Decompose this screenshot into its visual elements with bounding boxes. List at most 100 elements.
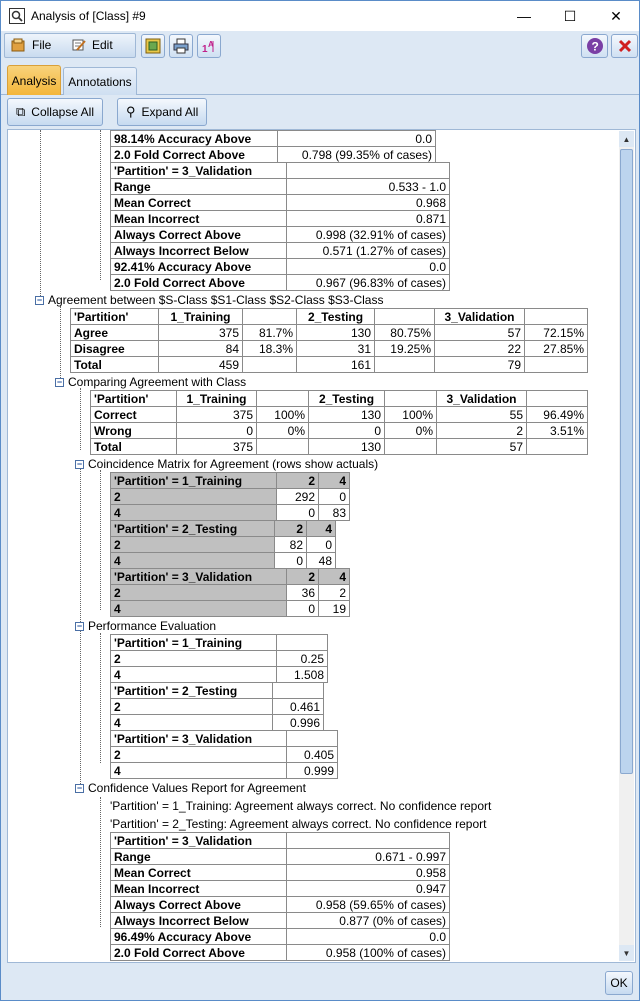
table-header <box>256 390 309 407</box>
table-cell: 0.571 (1.27% of cases) <box>286 242 450 259</box>
table-cell: 2.0 Fold Correct Above <box>110 944 287 961</box>
table-cell: 0 <box>308 422 385 439</box>
edit-menu-label: Edit <box>92 38 113 52</box>
table-cell: 4 <box>110 666 277 683</box>
expand-all-button[interactable]: ⚲ Expand All <box>117 98 208 126</box>
table-cell: 0.999 <box>286 762 338 779</box>
table-cell: 1.508 <box>276 666 328 683</box>
scrollbar-thumb[interactable] <box>620 149 633 774</box>
tree-node-performance[interactable]: − Performance Evaluation <box>75 619 216 633</box>
tree-line <box>100 470 101 610</box>
table-cell: 0 <box>318 488 350 505</box>
expand-icon: ⚲ <box>126 104 136 119</box>
vertical-scrollbar[interactable]: ▲ ▼ <box>619 131 634 961</box>
table-cell: 96.49% <box>526 406 588 423</box>
table-cell: 36 <box>286 584 319 601</box>
table-cell: 2 <box>110 746 287 763</box>
table-header: 2 <box>276 472 319 489</box>
edit-menu[interactable]: Edit <box>71 38 113 52</box>
tree-node-confidence[interactable]: − Confidence Values Report for Agreement <box>75 781 306 795</box>
table-cell: 79 <box>434 356 525 373</box>
table-cell: 48 <box>306 552 336 569</box>
table-cell: 2.0 Fold Correct Above <box>110 146 278 163</box>
table-cell: 0% <box>384 422 437 439</box>
edit-icon <box>72 39 86 51</box>
table-cell: 83 <box>318 504 350 521</box>
table-cell: 0.798 (99.35% of cases) <box>276 146 437 163</box>
table-cell: Always Correct Above <box>110 896 287 913</box>
table-cell: 27.85% <box>524 340 588 357</box>
table-header: 2_Testing <box>296 308 375 325</box>
table-cell: 0.947 <box>286 880 450 897</box>
table-header: 'Partition' = 3_Validation <box>110 730 287 747</box>
table-header: 4 <box>318 568 350 585</box>
table-cell: 2 <box>110 488 277 505</box>
table-cell: 2 <box>436 422 527 439</box>
collapse-toggle-icon[interactable]: − <box>35 295 44 305</box>
collapse-toggle-icon[interactable]: − <box>75 783 84 793</box>
table-cell: 0 <box>306 536 336 553</box>
table-header <box>384 390 437 407</box>
collapse-toggle-icon[interactable]: − <box>55 377 64 387</box>
tree-node-comparing[interactable]: − Comparing Agreement with Class <box>55 375 246 389</box>
collapse-toggle-icon[interactable]: − <box>75 459 84 469</box>
collapse-icon: ⧉ <box>16 104 26 119</box>
table-cell: Total <box>70 356 159 373</box>
table-header: 2_Testing <box>308 390 385 407</box>
file-icon <box>11 38 25 52</box>
table-cell: 2 <box>110 536 275 553</box>
help-button[interactable]: ? <box>581 34 608 58</box>
file-menu[interactable]: File <box>11 38 51 52</box>
ok-button[interactable]: OK <box>605 971 633 995</box>
table-cell: 0.967 (96.83% of cases) <box>286 274 450 291</box>
close-button[interactable] <box>611 34 638 58</box>
table-cell <box>526 438 588 455</box>
table-header: 3_Validation <box>434 308 525 325</box>
table-cell: Disagree <box>70 340 159 357</box>
table-cell: 81.7% <box>242 324 297 341</box>
table-header: 'Partition' = 2_Testing <box>110 520 275 537</box>
close-window-button[interactable]: ✕ <box>593 1 639 31</box>
action-bar: ⧉ Collapse All ⚲ Expand All <box>1 95 639 129</box>
minimize-button[interactable]: — <box>501 1 547 31</box>
table-cell: Mean Incorrect <box>110 880 287 897</box>
sort-icon: 1A <box>202 40 214 54</box>
table-cell: 22 <box>434 340 525 357</box>
collapse-toggle-icon[interactable]: − <box>75 621 84 631</box>
table-cell: 18.3% <box>242 340 297 357</box>
performance-table-validation: 'Partition' = 3_Validation 2 0.405 4 0.999 <box>110 730 338 779</box>
table-header <box>526 390 588 407</box>
table-header: 3_Validation <box>436 390 527 407</box>
table-header: 'Partition' = 3_Validation <box>110 568 287 585</box>
expand-all-label: Expand All <box>141 105 199 119</box>
tab-annotations[interactable]: Annotations <box>63 67 137 95</box>
table-cell <box>524 356 588 373</box>
printer-icon <box>173 38 189 54</box>
tree-line <box>80 388 81 450</box>
tree-node-coincidence[interactable]: − Coincidence Matrix for Agreement (rows… <box>75 457 378 471</box>
table-cell: 57 <box>436 438 527 455</box>
confidence-table-testing-tail: 98.14% Accuracy Above 0.0 2.0 Fold Correc… <box>110 130 437 163</box>
table-cell: 130 <box>296 324 375 341</box>
table-cell: 96.49% Accuracy Above <box>110 928 287 945</box>
coincidence-table-testing: 'Partition' = 2_Testing 2 4 2 82 0 4 0 48 <box>110 520 336 569</box>
generate-button[interactable] <box>141 34 165 58</box>
table-header: 'Partition' <box>70 308 159 325</box>
print-button[interactable] <box>169 34 193 58</box>
scroll-down-icon[interactable]: ▼ <box>619 945 634 961</box>
sort-button[interactable]: 1A <box>197 34 221 58</box>
table-cell: Mean Correct <box>110 194 287 211</box>
table-cell: 0 <box>286 600 319 617</box>
performance-table-testing: 'Partition' = 2_Testing 2 0.461 4 0.996 <box>110 682 324 731</box>
collapse-all-button[interactable]: ⧉ Collapse All <box>7 98 103 126</box>
generate-icon <box>145 38 161 54</box>
tab-analysis[interactable]: Analysis <box>7 65 61 95</box>
tree-line <box>100 130 101 280</box>
tree-node-agreement[interactable]: − Agreement between $S-Class $S1-Class $… <box>35 293 383 307</box>
svg-text:?: ? <box>591 40 598 54</box>
maximize-button[interactable]: ☐ <box>547 1 593 31</box>
collapse-all-label: Collapse All <box>31 105 94 119</box>
table-cell: 2 <box>110 584 287 601</box>
table-header <box>242 308 297 325</box>
scroll-up-icon[interactable]: ▲ <box>619 131 634 147</box>
